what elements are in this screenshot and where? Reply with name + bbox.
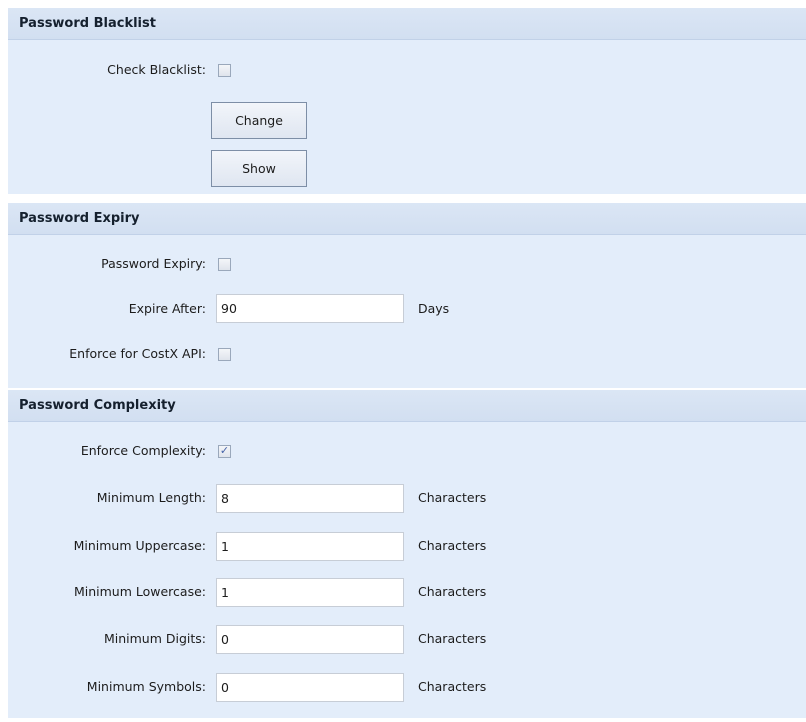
minimum-lowercase-label: Minimum Lowercase: xyxy=(73,584,206,599)
minimum-digits-input[interactable] xyxy=(216,625,404,654)
enforce-costx-api-label: Enforce for CostX API: xyxy=(69,346,206,361)
password-expiry-checkbox[interactable] xyxy=(218,258,231,271)
expire-after-unit: Days xyxy=(418,301,450,316)
minimum-length-input[interactable] xyxy=(216,484,404,513)
enforce-complexity-label: Enforce Complexity: xyxy=(80,443,206,458)
minimum-lowercase-unit: Characters xyxy=(418,584,487,599)
minimum-uppercase-input[interactable] xyxy=(216,532,404,561)
password-expiry-label: Password Expiry: xyxy=(101,256,206,271)
minimum-digits-unit: Characters xyxy=(418,631,487,646)
minimum-symbols-unit: Characters xyxy=(418,679,487,694)
section-body-password-complexity xyxy=(8,422,806,718)
minimum-symbols-label: Minimum Symbols: xyxy=(86,679,206,694)
section-header-password-complexity: Password Complexity xyxy=(8,390,806,422)
section-header-password-expiry: Password Expiry xyxy=(8,203,806,235)
section-header-password-blacklist: Password Blacklist xyxy=(8,8,806,40)
minimum-length-unit: Characters xyxy=(418,490,487,505)
change-button-label: Change xyxy=(235,113,283,128)
change-button[interactable]: Change xyxy=(211,102,307,139)
expire-after-input[interactable] xyxy=(216,294,404,323)
enforce-complexity-checkbox[interactable]: ✓ xyxy=(218,444,231,458)
check-blacklist-checkbox[interactable] xyxy=(218,64,231,77)
minimum-uppercase-label: Minimum Uppercase: xyxy=(73,538,206,553)
minimum-length-label: Minimum Length: xyxy=(96,490,206,505)
check-blacklist-label: Check Blacklist: xyxy=(107,62,206,77)
enforce-costx-api-checkbox[interactable] xyxy=(218,348,231,361)
minimum-symbols-input[interactable] xyxy=(216,673,404,702)
minimum-lowercase-input[interactable] xyxy=(216,578,404,607)
section-title: Password Expiry xyxy=(19,211,140,226)
expire-after-label: Expire After: xyxy=(128,301,206,316)
minimum-uppercase-unit: Characters xyxy=(418,538,487,553)
minimum-digits-label: Minimum Digits: xyxy=(103,631,206,646)
section-title: Password Complexity xyxy=(19,398,176,413)
checkmark-icon: ✓ xyxy=(219,444,230,457)
show-button-label: Show xyxy=(242,161,276,176)
section-title: Password Blacklist xyxy=(19,16,156,31)
show-button[interactable]: Show xyxy=(211,150,307,187)
